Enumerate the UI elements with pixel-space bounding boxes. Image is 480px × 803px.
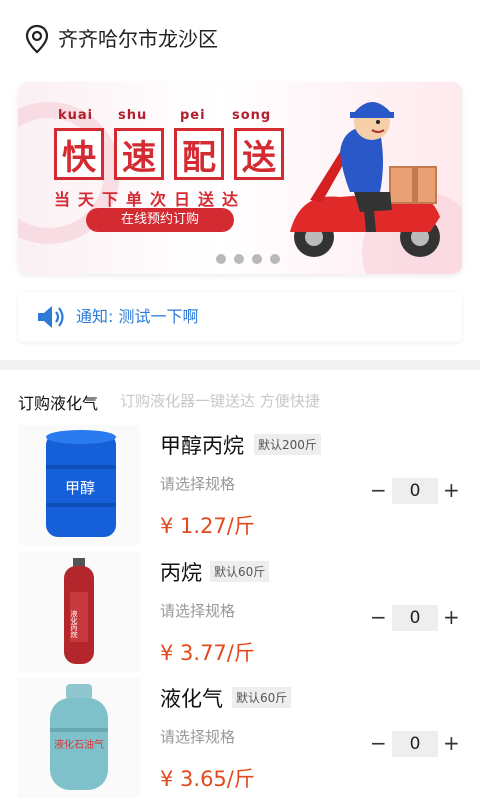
decrease-button[interactable]: −: [370, 731, 387, 755]
banner-pinyin: pei: [180, 108, 206, 123]
delivery-scooter-icon: [290, 102, 440, 257]
pager-dot[interactable]: [216, 254, 226, 264]
product-item[interactable]: 液化石油气 液化气 默认60斤 请选择规格 ¥ 3.65/斤 − 0 +: [0, 678, 480, 803]
product-price: ¥ 3.65/斤: [160, 767, 255, 791]
notice-text: 通知: 测试一下啊: [76, 307, 199, 326]
quantity-field[interactable]: 0: [392, 731, 438, 757]
notice-bar[interactable]: 通知: 测试一下啊: [18, 292, 462, 342]
banner-pager[interactable]: [216, 254, 280, 264]
online-order-button[interactable]: 在线预约订购: [86, 208, 234, 232]
increase-button[interactable]: +: [443, 478, 460, 502]
product-image[interactable]: 液化丙烷: [18, 552, 140, 672]
product-spec-select[interactable]: 请选择规格: [160, 726, 235, 747]
section-subtitle: 订购液化器一键送达 方便快捷: [120, 392, 320, 410]
product-price: ¥ 1.27/斤: [160, 514, 255, 538]
pager-dot[interactable]: [234, 254, 244, 264]
product-spec-select[interactable]: 请选择规格: [160, 600, 235, 621]
product-image[interactable]: 甲醇: [18, 425, 140, 545]
promo-banner[interactable]: kuai shu pei song 快 速 配 送 当天下单次日送达 在线预约订…: [18, 82, 462, 274]
product-spec-select[interactable]: 请选择规格: [160, 473, 235, 494]
blue-drum-icon: 甲醇: [46, 430, 116, 537]
banner-title-char: 快: [54, 128, 104, 180]
tank-label: 液化石油气: [54, 738, 104, 751]
banner-pinyin: shu: [118, 108, 148, 123]
banner-title-char: 速: [114, 128, 164, 180]
product-name: 甲醇丙烷: [160, 434, 244, 458]
product-name: 丙烷: [160, 561, 202, 585]
banner-title-char: 配: [174, 128, 224, 180]
banner-title-char: 送: [234, 128, 284, 180]
banner-pinyin: song: [232, 108, 272, 123]
gas-tank-icon: 液化石油气: [50, 684, 108, 790]
pager-dot[interactable]: [270, 254, 280, 264]
red-cylinder-icon: 液化丙烷: [64, 558, 94, 664]
product-image[interactable]: 液化石油气: [18, 678, 140, 798]
quantity-field[interactable]: 0: [392, 605, 438, 631]
header-bar: 齐齐哈尔市龙沙区: [0, 0, 480, 80]
banner-subtitle: 当天下单次日送达: [54, 190, 247, 209]
cylinder-label: 液化丙烷: [70, 609, 78, 639]
product-default-tag: 默认200斤: [254, 434, 321, 455]
product-item[interactable]: 液化丙烷 丙烷 默认60斤 请选择规格 ¥ 3.77/斤 − 0 +: [0, 552, 480, 677]
speaker-icon: [38, 306, 64, 328]
increase-button[interactable]: +: [443, 731, 460, 755]
product-default-tag: 默认60斤: [232, 687, 292, 708]
section-title: 订购液化气: [18, 394, 99, 413]
product-price: ¥ 3.77/斤: [160, 641, 255, 665]
location-label[interactable]: 齐齐哈尔市龙沙区: [58, 24, 218, 54]
decrease-button[interactable]: −: [370, 605, 387, 629]
location-pin-icon[interactable]: [24, 24, 50, 54]
pager-dot[interactable]: [252, 254, 262, 264]
banner-pinyin: kuai: [58, 108, 94, 123]
product-name: 液化气: [160, 687, 223, 711]
product-default-tag: 默认60斤: [210, 561, 270, 582]
quantity-field[interactable]: 0: [392, 478, 438, 504]
product-item[interactable]: 甲醇 甲醇丙烷 默认200斤 请选择规格 ¥ 1.27/斤 − 0 +: [0, 425, 480, 550]
drum-label: 甲醇: [65, 479, 95, 497]
decrease-button[interactable]: −: [370, 478, 387, 502]
section-divider: [0, 360, 480, 370]
increase-button[interactable]: +: [443, 605, 460, 629]
